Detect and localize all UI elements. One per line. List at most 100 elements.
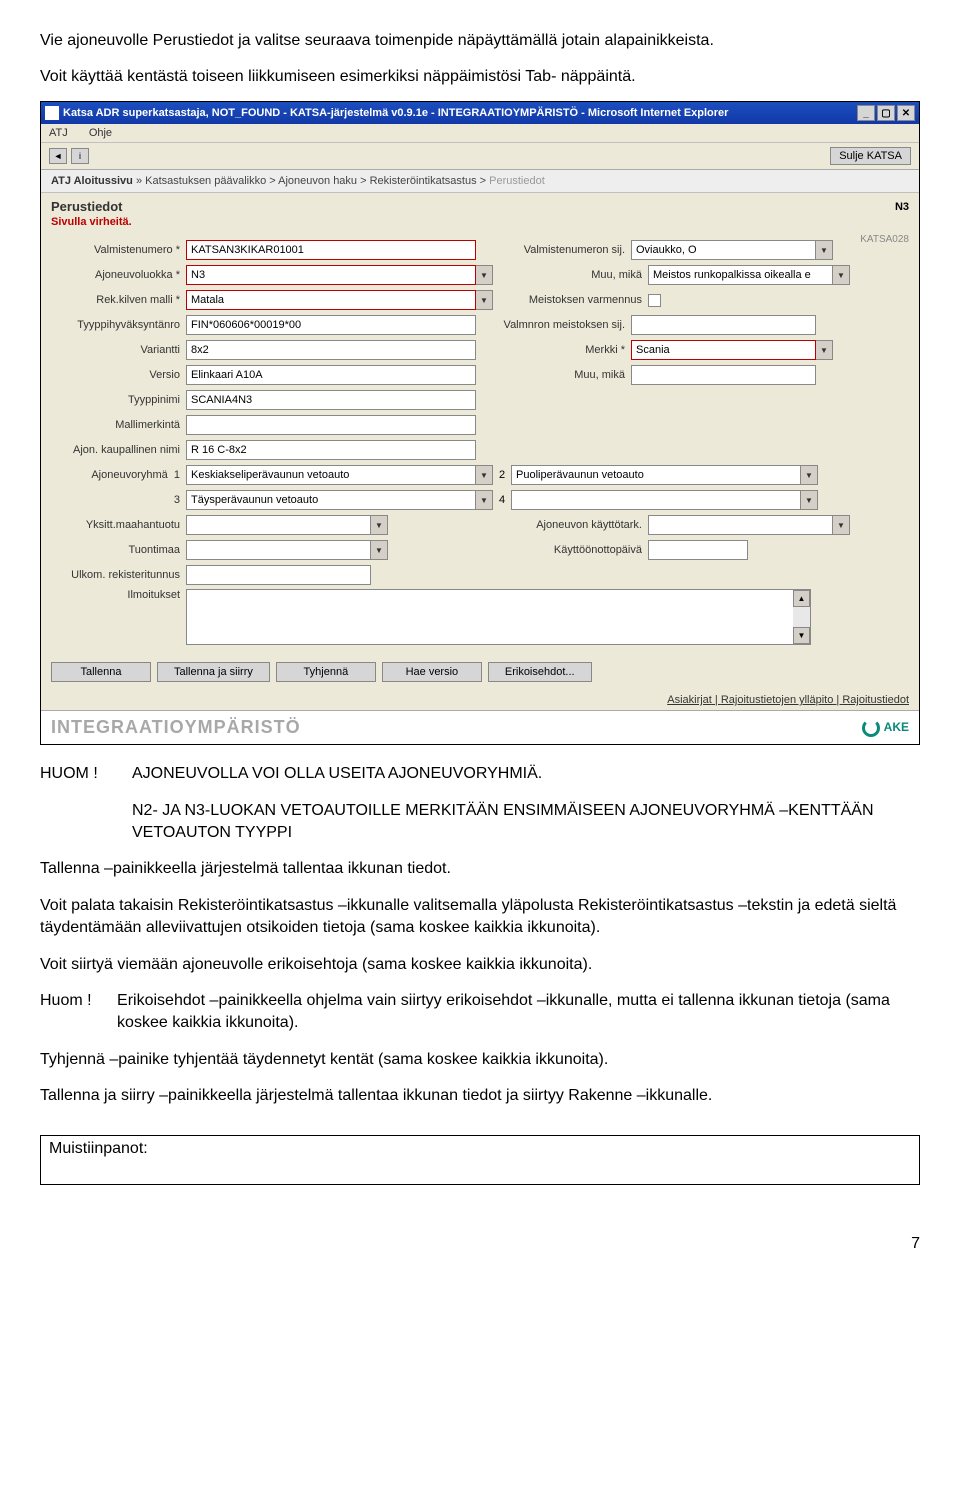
tyhjenna-button[interactable]: Tyhjennä [276,662,376,682]
tallenna-button[interactable]: Tallenna [51,662,151,682]
erikoisehdot-button[interactable]: Erikoisehdot... [488,662,592,682]
links-bar: Asiakirjat | Rajoitustietojen ylläpito |… [41,690,919,710]
rekmalli-select[interactable] [186,290,476,310]
muumika-select[interactable] [648,265,833,285]
maximize-button[interactable]: ▢ [877,105,895,121]
versio-input[interactable] [186,365,476,385]
varmennus-checkbox[interactable] [648,294,661,307]
tyyppinimi-input[interactable] [186,390,476,410]
intro-p1: Vie ajoneuvolle Perustiedot ja valitse s… [40,30,920,52]
titlebar-text: Katsa ADR superkatsastaja, NOT_FOUND - K… [63,107,728,119]
hae-versio-button[interactable]: Hae versio [382,662,482,682]
dropdown-icon[interactable]: ▼ [816,240,833,260]
app-icon [45,106,59,120]
valmsij-select[interactable] [631,240,816,260]
dropdown-icon[interactable]: ▼ [833,515,850,535]
footer-bar: INTEGRAATIOYMPÄRISTÖ AKE [41,710,919,744]
ryhma4-select[interactable] [511,490,801,510]
close-katsa-button[interactable]: Sulje KATSA [830,147,911,165]
close-button[interactable]: ✕ [897,105,915,121]
lbl-ilmoitukset: Ilmoitukset [51,589,186,601]
back-button[interactable]: ◄ [49,148,67,164]
bc-start[interactable]: ATJ Aloitussivu [51,175,133,187]
luokka-select[interactable] [186,265,476,285]
page-code: KATSA028 [860,234,909,245]
link-asiakirjat[interactable]: Asiakirjat [667,694,712,706]
scrollbar[interactable]: ▲ ▼ [793,590,810,644]
bc-current: Perustiedot [489,175,545,187]
scroll-down-icon[interactable]: ▼ [793,627,810,644]
dropdown-icon[interactable]: ▼ [476,265,493,285]
error-text: Sivulla virheitä. [41,216,919,232]
dropdown-icon[interactable]: ▼ [371,515,388,535]
huom1-indent: N2- JA N3-LUOKAN VETOAUTOILLE MERKITÄÄN … [132,800,920,845]
lbl-r4n: 4 [493,494,511,506]
ryhma2-select[interactable] [511,465,801,485]
lbl-muumika2: Muu, mikä [476,369,631,381]
dropdown-icon[interactable]: ▼ [476,290,493,310]
kayttark-select[interactable] [648,515,833,535]
huom2-text: Erikoisehdot –painikkeella ohjelma vain … [117,990,920,1035]
notes-label: Muistiinpanot: [49,1140,148,1157]
lbl-kayttark: Ajoneuvon käyttötark. [493,519,648,531]
after-p1: Tallenna –painikkeella järjestelmä talle… [40,858,920,880]
lbl-versio: Versio [51,369,186,381]
ulkomrek-input[interactable] [186,565,371,585]
dropdown-icon[interactable]: ▼ [801,490,818,510]
lbl-tyyppinimi: Tyyppinimi [51,394,186,406]
bc-paavalikko[interactable]: Katsastuksen päävalikko [145,175,266,187]
valmistenumero-input[interactable] [186,240,476,260]
yksmaah-select[interactable] [186,515,371,535]
tallenna-siirry-button[interactable]: Tallenna ja siirry [157,662,270,682]
lbl-rekmalli: Rek.kilven malli * [51,294,186,306]
ilmoitukset-listbox[interactable]: ▲ ▼ [186,589,811,645]
toolbar: ◄ i Sulje KATSA [41,143,919,170]
lbl-mallimerk: Mallimerkintä [51,419,186,431]
ryhma1-select[interactable] [186,465,476,485]
valmsij2-input[interactable] [631,315,816,335]
ake-logo: AKE [862,719,909,737]
menu-atj[interactable]: ATJ [49,127,68,139]
after-p3: Voit siirtyä viemään ajoneuvolle erikois… [40,954,920,976]
lbl-variantti: Variantti [51,344,186,356]
muumika2-input[interactable] [631,365,816,385]
tuontimaa-select[interactable] [186,540,371,560]
dropdown-icon[interactable]: ▼ [816,340,833,360]
scroll-up-icon[interactable]: ▲ [793,590,810,607]
minimize-button[interactable]: _ [857,105,875,121]
titlebar: Katsa ADR superkatsastaja, NOT_FOUND - K… [41,102,919,124]
lbl-valmsij2: Valmnron meistoksen sij. [476,319,631,331]
page-number: 7 [40,1235,920,1253]
huom2-label: Huom ! [40,990,117,1035]
mallimerk-input[interactable] [186,415,476,435]
bc-rekisterointi[interactable]: Rekisteröintikatsastus [370,175,477,187]
lbl-luokka: Ajoneuvoluokka * [51,269,186,281]
dropdown-icon[interactable]: ▼ [833,265,850,285]
menu-ohje[interactable]: Ohje [89,127,112,139]
dropdown-icon[interactable]: ▼ [476,465,493,485]
lbl-kayttoon: Käyttöönottopäivä [493,544,648,556]
button-bar: Tallenna Tallenna ja siirry Tyhjennä Hae… [41,654,919,690]
kaupnimi-input[interactable] [186,440,476,460]
kayttoon-input[interactable] [648,540,748,560]
dropdown-icon[interactable]: ▼ [371,540,388,560]
huom1-label: HUOM ! [40,763,132,785]
dropdown-icon[interactable]: ▼ [801,465,818,485]
link-rajyllapito[interactable]: Rajoitustietojen ylläpito [721,694,834,706]
ryhma3-select[interactable] [186,490,476,510]
link-rajoitustiedot[interactable]: Rajoitustiedot [842,694,909,706]
lbl-muumika: Muu, mikä [493,269,648,281]
header-class: N3 [895,201,909,213]
lbl-ryhma: Ajoneuvoryhmä 1 [51,469,186,481]
notes-box: Muistiinpanot: [40,1135,920,1185]
lbl-kaupnimi: Ajon. kaupallinen nimi [51,444,186,456]
tyyppihyv-input[interactable] [186,315,476,335]
dropdown-icon[interactable]: ▼ [476,490,493,510]
variantti-input[interactable] [186,340,476,360]
huom1-text: AJONEUVOLLA VOI OLLA USEITA AJONEUVORYHM… [132,763,542,785]
info-button[interactable]: i [71,148,89,164]
lbl-r3n: 3 [51,494,186,506]
lbl-valmistenumero: Valmistenumero * [51,244,186,256]
merkki-select[interactable] [631,340,816,360]
lbl-tuontimaa: Tuontimaa [51,544,186,556]
